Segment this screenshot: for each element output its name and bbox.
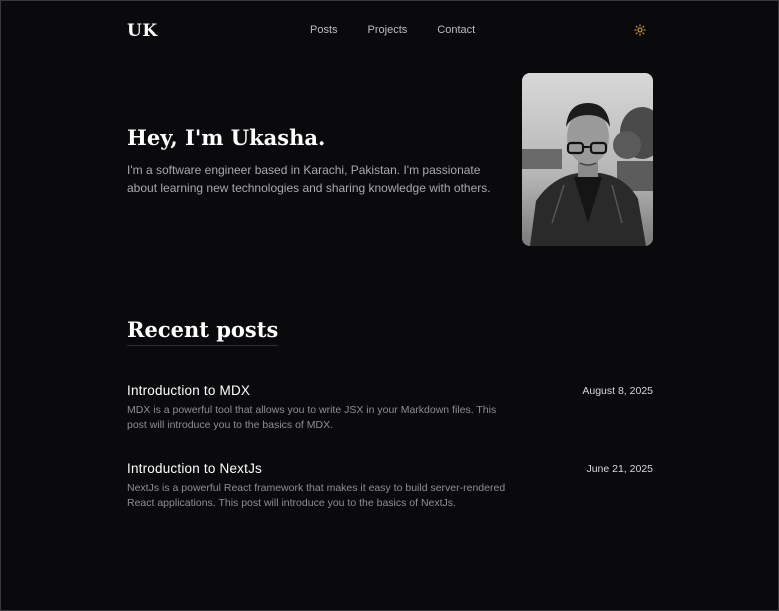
main-nav: Posts Projects Contact xyxy=(310,24,475,36)
profile-photo xyxy=(522,73,653,246)
post-summary: MDX is a powerful tool that allows you t… xyxy=(127,404,497,431)
post-date: June 21, 2025 xyxy=(586,463,653,475)
nav-link-projects[interactable]: Projects xyxy=(368,24,408,36)
post-date: August 8, 2025 xyxy=(582,385,653,397)
logo-link[interactable]: UK xyxy=(127,21,158,41)
intro-section: Hey, I'm Ukasha. I'm a software engineer… xyxy=(127,73,653,248)
recent-posts-heading: Recent posts xyxy=(127,317,279,346)
nav-link-contact[interactable]: Contact xyxy=(437,24,475,36)
post-item[interactable]: Introduction to NextJs June 21, 2025 Nex… xyxy=(127,461,653,521)
post-title[interactable]: Introduction to NextJs xyxy=(127,461,262,476)
hero-title: Hey, I'm Ukasha. xyxy=(127,125,326,150)
hero-description: I'm a software engineer based in Karachi… xyxy=(127,163,491,195)
site-header: UK Posts Projects Contact xyxy=(127,19,653,45)
theme-toggle-button[interactable] xyxy=(633,23,647,37)
post-summary: NextJs is a powerful React framework tha… xyxy=(127,482,506,509)
post-item[interactable]: Introduction to MDX August 8, 2025 MDX i… xyxy=(127,383,653,443)
recent-posts-section: Recent posts Introduction to MDX August … xyxy=(127,317,653,509)
nav-link-posts[interactable]: Posts xyxy=(310,24,338,36)
sun-icon xyxy=(634,24,646,36)
post-title[interactable]: Introduction to MDX xyxy=(127,383,250,398)
